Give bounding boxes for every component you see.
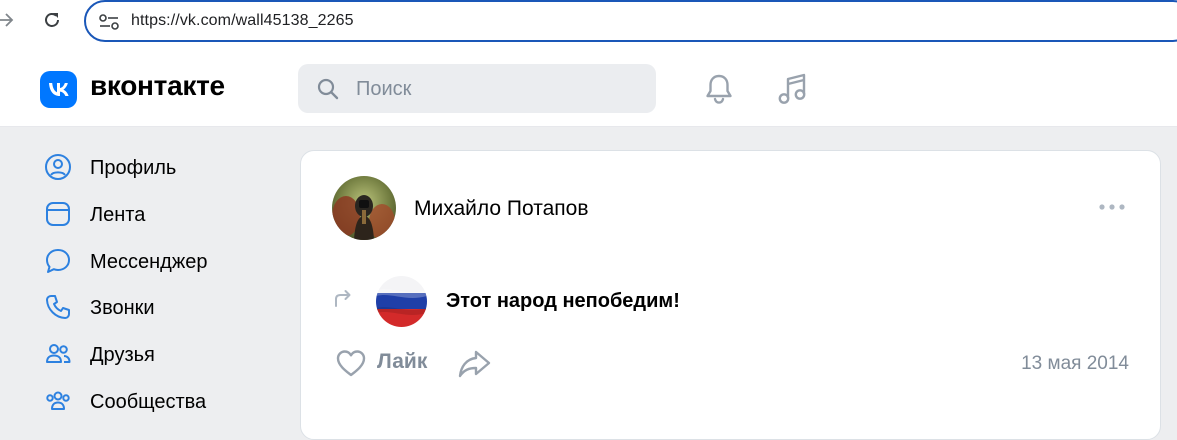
sidebar-item-label: Друзья: [90, 344, 155, 366]
forward-arrow-icon[interactable]: [0, 10, 16, 30]
url-text[interactable]: https://vk.com/wall45138_2265: [131, 12, 354, 30]
notifications-bell-icon[interactable]: [702, 71, 736, 107]
calls-icon: [46, 295, 70, 319]
sidebar-item-feed[interactable]: Лента: [42, 194, 272, 234]
russian-flag-icon: [376, 276, 427, 327]
profile-icon: [45, 154, 71, 180]
wall-post: Михайло Потапов Этот народ непобедим! Ла…: [300, 150, 1161, 440]
sidebar-item-messenger[interactable]: Мессенджер: [42, 241, 272, 281]
friends-icon: [46, 344, 71, 363]
site-header: вконтакте: [0, 50, 1177, 127]
repost-source-title[interactable]: Этот народ непобедим!: [446, 290, 680, 313]
messenger-icon: [46, 249, 70, 273]
author-avatar[interactable]: [332, 176, 396, 240]
search-icon: [317, 78, 339, 100]
sidebar-item-friends[interactable]: Друзья: [42, 334, 272, 374]
like-button[interactable]: Лайк: [377, 350, 427, 374]
feed-icon: [46, 202, 70, 226]
music-note-icon[interactable]: [775, 71, 811, 107]
post-date[interactable]: 13 мая 2014: [1021, 353, 1129, 375]
sidebar-item-calls[interactable]: Звонки: [42, 287, 272, 327]
communities-icon: [46, 391, 70, 410]
search-input[interactable]: [354, 64, 648, 115]
repost-arrow-icon: [335, 290, 351, 307]
sidebar-item-profile[interactable]: Профиль: [42, 147, 272, 187]
site-info-icon[interactable]: [98, 12, 120, 32]
sidebar-item-label: Звонки: [90, 297, 155, 319]
sidebar-item-communities[interactable]: Сообщества: [42, 381, 272, 421]
search-box[interactable]: [298, 64, 656, 115]
post-author-name[interactable]: Михайло Потапов: [414, 197, 588, 221]
vk-logo-icon[interactable]: [40, 71, 77, 108]
reload-icon[interactable]: [41, 9, 63, 31]
repost-source-avatar[interactable]: [376, 276, 427, 327]
more-options-icon[interactable]: [1098, 201, 1126, 213]
author-avatar-image: [332, 176, 396, 240]
sidebar-item-label: Лента: [90, 204, 146, 226]
brand-wordmark[interactable]: вконтакте: [90, 70, 225, 102]
left-sidebar: Профиль Лента Мессенджер Звонки Друзья С…: [0, 127, 290, 420]
sidebar-item-label: Профиль: [90, 157, 177, 179]
sidebar-item-label: Мессенджер: [90, 251, 208, 273]
browser-toolbar: https://vk.com/wall45138_2265: [0, 0, 1177, 51]
address-bar[interactable]: https://vk.com/wall45138_2265: [84, 0, 1177, 42]
share-arrow-icon[interactable]: [457, 347, 493, 379]
heart-icon[interactable]: [334, 347, 368, 379]
sidebar-item-label: Сообщества: [90, 391, 207, 413]
